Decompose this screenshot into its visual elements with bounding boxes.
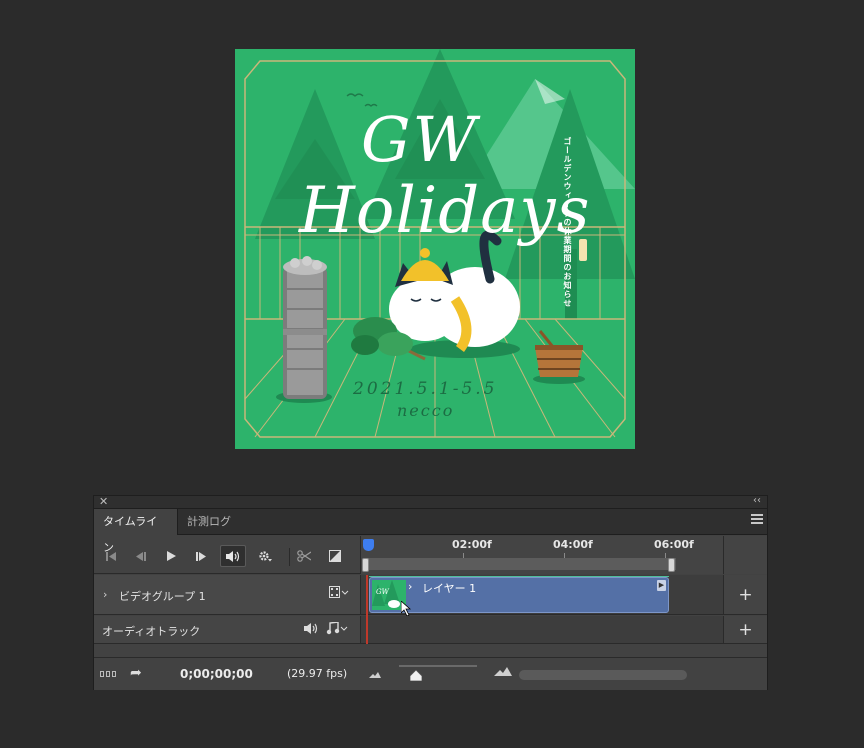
current-timecode: 0;00;00;00 (180, 667, 253, 681)
video-group-label: ビデオグループ 1 (119, 590, 206, 603)
previous-frame-icon[interactable] (128, 545, 154, 567)
music-note-icon[interactable] (326, 621, 348, 638)
timeline-footer: ➦ 0;00;00;00 (29.97 fps) (94, 657, 767, 690)
clip-end-arrow-icon[interactable]: ▶ (657, 580, 666, 591)
render-video-icon[interactable]: ➦ (130, 665, 142, 681)
playhead-line (366, 575, 368, 644)
zoom-slider-track[interactable] (399, 665, 477, 667)
toolbar-divider (289, 548, 290, 566)
transition-icon[interactable] (322, 545, 348, 567)
expand-chevron-icon[interactable]: › (103, 588, 107, 601)
close-icon[interactable]: ✕ (99, 495, 108, 508)
ruler-right-spacer (723, 536, 767, 574)
next-frame-icon[interactable] (188, 545, 214, 567)
mouse-cursor-icon (401, 601, 412, 617)
work-area-start-handle[interactable] (362, 558, 369, 572)
audio-track-label: オーディオトラック (102, 625, 201, 638)
audio-track-header[interactable]: オーディオトラック (94, 616, 360, 644)
work-area-end-handle[interactable] (668, 558, 675, 572)
video-group-header[interactable]: › ビデオグループ 1 (94, 575, 360, 615)
playhead-handle[interactable] (363, 539, 374, 551)
video-clip[interactable]: GW › レイヤー 1 ▶ (369, 577, 669, 613)
add-video-track-button[interactable]: + (723, 575, 767, 615)
artwork-subtitle: Holidays (299, 174, 591, 248)
zoom-in-icon[interactable] (494, 666, 512, 679)
transport-controls (94, 536, 360, 574)
play-icon[interactable] (158, 545, 184, 567)
zoom-slider-thumb[interactable] (409, 669, 423, 682)
clip-label: レイヤー 1 (422, 582, 477, 595)
ruler-label-4s: 04:00f (553, 538, 593, 551)
tab-timeline[interactable]: タイムライン (94, 509, 178, 554)
clip-expand-icon[interactable]: › (408, 580, 412, 593)
ruler-label-6s: 06:00f (654, 538, 694, 551)
collapse-icon[interactable]: ‹‹ (753, 495, 761, 506)
panel-menu-icon[interactable] (751, 514, 763, 524)
ruler-label-2s: 02:00f (452, 538, 492, 551)
tab-measurement-log[interactable]: 計測ログ (178, 509, 240, 535)
artwork-brand: necco (397, 401, 455, 420)
work-area-bar[interactable] (362, 558, 676, 572)
audio-volume-icon[interactable] (304, 623, 318, 637)
frame-rate: (29.97 fps) (287, 667, 348, 680)
timeline-panel: ✕ ‹‹ タイムライン 計測ログ 02:00f 04:00f 06:00f › … (93, 495, 768, 690)
panel-tab-bar: タイムライン 計測ログ (94, 509, 767, 554)
horizontal-scrollbar[interactable] (519, 670, 687, 680)
audio-mute-icon[interactable] (220, 545, 246, 567)
artwork-vertical-note: ゴールデンウィークの休業期間のお知らせ (563, 137, 572, 308)
artwork-dates: 2021.5.1-5.5 (353, 379, 498, 399)
first-frame-icon[interactable] (98, 545, 124, 567)
add-audio-track-button[interactable]: + (723, 616, 767, 644)
video-track-area[interactable]: GW › レイヤー 1 ▶ (360, 575, 723, 617)
audio-track-area[interactable] (360, 616, 723, 644)
settings-gear-icon[interactable] (252, 545, 278, 567)
svg-text:GW: GW (376, 588, 390, 596)
film-strip-icon[interactable] (329, 586, 349, 601)
panel-title-bar: ✕ ‹‹ (94, 495, 767, 509)
split-clip-scissors-icon[interactable] (291, 545, 317, 567)
zoom-out-icon[interactable] (369, 668, 381, 681)
document-canvas[interactable]: GW Holidays ゴールデンウィークの休業期間のお知らせ 2021.5.1… (235, 49, 635, 449)
convert-frame-animation-icon[interactable] (100, 671, 118, 677)
time-ruler[interactable]: 02:00f 04:00f 06:00f (360, 536, 723, 574)
artwork-title: GW (361, 103, 479, 176)
